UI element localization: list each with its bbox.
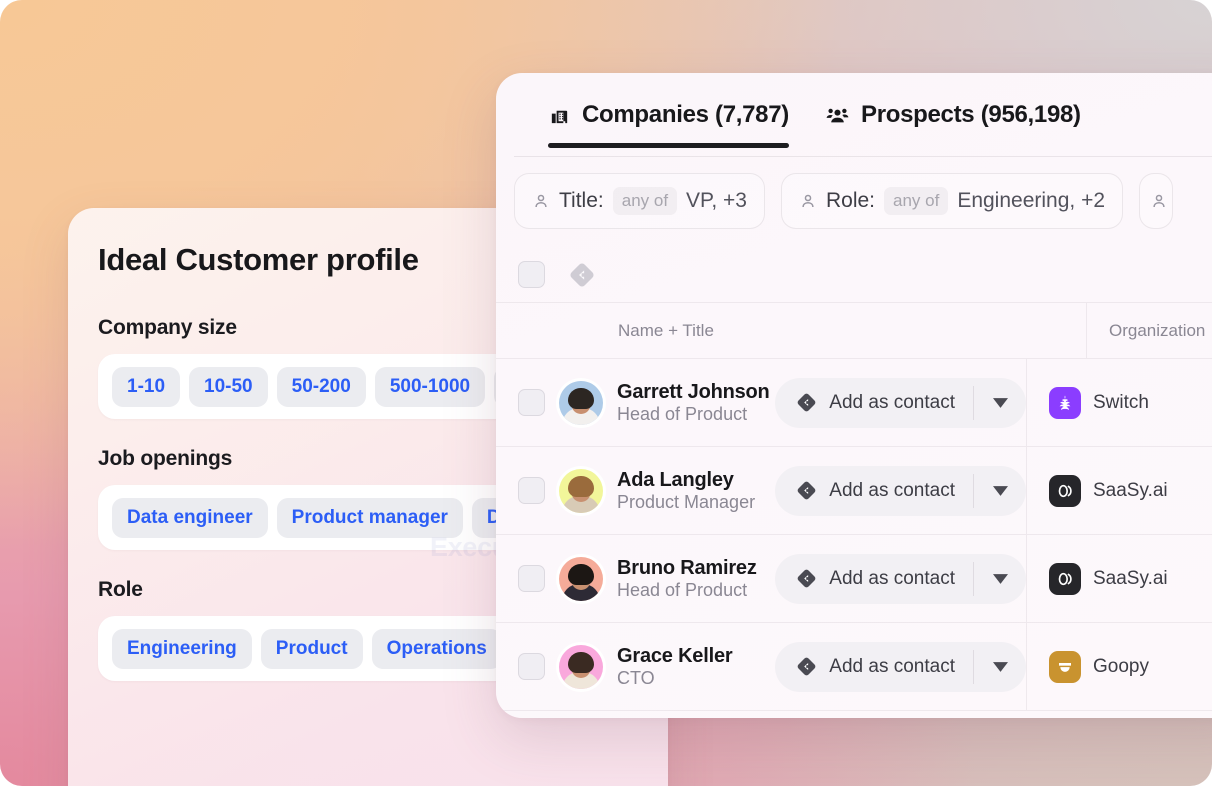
tab-companies[interactable]: Companies (7,787): [548, 73, 789, 157]
person-name: Ada Langley: [617, 468, 734, 491]
table-header-row: Name + Title Organization: [496, 303, 1212, 359]
tab-prospects[interactable]: Prospects (956,198): [825, 73, 1081, 157]
row-organization-cell: SaaSy.ai: [1026, 535, 1212, 622]
table-row[interactable]: Garrett Johnson Head of Product Add as c…: [496, 359, 1212, 447]
chip-job-opening[interactable]: Data engineer: [112, 497, 268, 538]
row-checkbox[interactable]: [518, 477, 545, 504]
filter-value: Engineering, +2: [957, 189, 1106, 212]
row-organization-cell: Switch: [1026, 359, 1212, 446]
chip-company-size[interactable]: 10-50: [189, 366, 268, 407]
table-row[interactable]: Ada Langley Product Manager Add as conta…: [496, 447, 1212, 535]
add-as-contact-button[interactable]: Add as contact: [775, 554, 973, 604]
screenshot-root: Ideal Customer profile Company size 1-10…: [0, 0, 1212, 786]
select-all-toolbar: [496, 247, 1212, 303]
filter-chip-overflow[interactable]: [1139, 173, 1174, 229]
add-as-contact-label: Add as contact: [829, 479, 955, 501]
organization-name: Switch: [1093, 391, 1149, 413]
person-name: Bruno Ramirez: [617, 556, 757, 579]
organization-name: SaaSy.ai: [1093, 479, 1168, 501]
person-title: Head of Product: [617, 403, 748, 424]
add-as-contact-label: Add as contact: [829, 391, 955, 413]
select-all-checkbox[interactable]: [518, 261, 545, 288]
filter-key: Title:: [559, 189, 604, 212]
person-icon: [1150, 192, 1168, 210]
filter-operator: any of: [884, 187, 949, 215]
row-name-cell: Garrett Johnson Head of Product Add as c…: [496, 377, 1026, 428]
person-icon: [532, 192, 550, 210]
add-as-contact-button[interactable]: Add as contact: [775, 642, 973, 692]
add-as-contact-label: Add as contact: [829, 567, 955, 589]
row-checkbox[interactable]: [518, 653, 545, 680]
chevron-down-icon[interactable]: [974, 378, 1026, 428]
add-as-contact-button[interactable]: Add as contact: [775, 466, 973, 516]
person-title: Head of Product: [617, 579, 748, 600]
row-organization-cell: Goopy: [1026, 623, 1212, 710]
person-info: Garrett Johnson Head of Product: [617, 381, 770, 425]
tab-bar-divider: [514, 156, 1212, 157]
add-as-contact-split-button[interactable]: Add as contact: [775, 377, 1026, 428]
table-row[interactable]: Grace Keller CTO Add as contact Goopy: [496, 623, 1212, 711]
chevron-down-icon[interactable]: [974, 554, 1026, 604]
chevron-down-icon[interactable]: [974, 466, 1026, 516]
chip-company-size[interactable]: 500-1000: [374, 366, 486, 407]
filter-operator: any of: [612, 187, 678, 215]
diamond-icon[interactable]: [567, 260, 597, 290]
organization-logo: [1049, 562, 1081, 595]
building-icon: [548, 104, 571, 127]
chip-company-size[interactable]: 50-200: [276, 366, 366, 407]
avatar: [559, 644, 603, 689]
active-tab-indicator: [548, 143, 789, 148]
chip-role[interactable]: Operations: [371, 628, 502, 669]
organization-name: SaaSy.ai: [1093, 567, 1168, 589]
tab-bar: Companies (7,787) Prospects (956,198): [496, 73, 1212, 157]
person-info: Grace Keller CTO: [617, 645, 761, 689]
diamond-icon: [795, 655, 818, 678]
row-checkbox[interactable]: [518, 565, 545, 592]
prospects-table-card: Companies (7,787) Prospects (956,198) Ti…: [496, 73, 1212, 718]
chip-role[interactable]: Product: [260, 628, 363, 669]
diamond-icon: [795, 567, 818, 590]
avatar: [559, 380, 603, 425]
table-row[interactable]: Bruno Ramirez Head of Product Add as con…: [496, 535, 1212, 623]
person-title: Product Manager: [617, 491, 756, 512]
organization-name: Goopy: [1093, 655, 1149, 677]
filter-chip-title[interactable]: Title: any of VP, +3: [514, 173, 765, 229]
tab-label: Prospects (956,198): [860, 101, 1081, 128]
filter-bar: Title: any of VP, +3 Role: any of Engine…: [496, 157, 1212, 247]
row-checkbox[interactable]: [518, 389, 545, 416]
filter-value: VP, +3: [686, 189, 747, 212]
users-group-icon: [825, 103, 850, 128]
add-as-contact-button[interactable]: Add as contact: [775, 378, 973, 428]
add-as-contact-split-button[interactable]: Add as contact: [775, 465, 1026, 516]
header-cell-name: Name + Title: [618, 320, 714, 340]
chip-company-size[interactable]: 1-10: [112, 366, 181, 407]
person-info: Ada Langley Product Manager: [617, 469, 761, 513]
filter-key: Role:: [825, 189, 875, 212]
filter-chip-role[interactable]: Role: any of Engineering, +2: [780, 173, 1124, 229]
add-as-contact-split-button[interactable]: Add as contact: [775, 553, 1026, 604]
row-name-cell: Bruno Ramirez Head of Product Add as con…: [496, 553, 1026, 604]
person-name: Garrett Johnson: [617, 380, 770, 403]
tab-label: Companies (7,787): [582, 101, 789, 128]
person-icon: [799, 192, 817, 210]
chip-role[interactable]: Engineering: [112, 628, 252, 669]
person-info: Bruno Ramirez Head of Product: [617, 557, 761, 601]
row-name-cell: Ada Langley Product Manager Add as conta…: [496, 465, 1026, 516]
diamond-icon: [795, 391, 818, 414]
organization-logo: [1049, 650, 1081, 683]
person-name: Grace Keller: [617, 644, 733, 667]
avatar: [559, 468, 603, 513]
avatar: [559, 556, 603, 601]
row-name-cell: Grace Keller CTO Add as contact: [496, 641, 1026, 692]
organization-logo: [1049, 474, 1081, 507]
add-as-contact-split-button[interactable]: Add as contact: [775, 641, 1026, 692]
person-title: CTO: [617, 667, 655, 688]
header-cell-organization: Organization: [1086, 303, 1212, 358]
organization-logo: [1049, 386, 1081, 419]
chevron-down-icon[interactable]: [974, 642, 1026, 692]
add-as-contact-label: Add as contact: [829, 655, 955, 677]
row-organization-cell: SaaSy.ai: [1026, 447, 1212, 534]
diamond-icon: [795, 479, 818, 502]
